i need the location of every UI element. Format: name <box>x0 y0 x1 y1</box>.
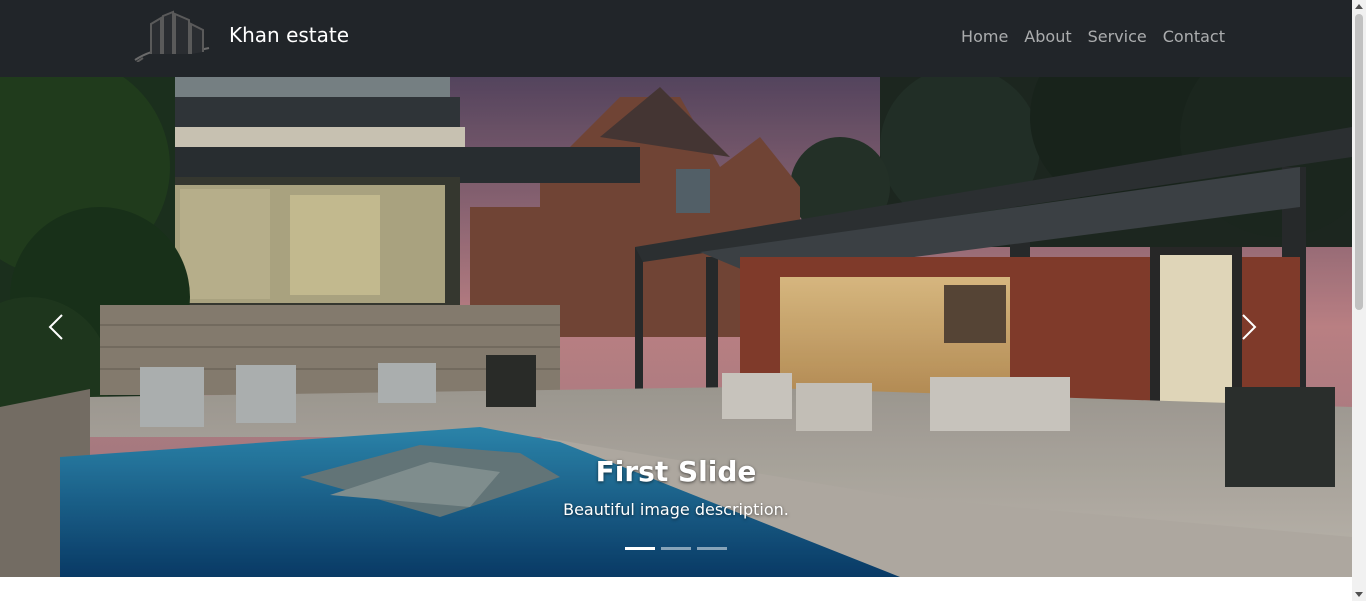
nav-link-service[interactable]: Service <box>1080 27 1155 46</box>
nav-link-contact[interactable]: Contact <box>1155 27 1225 46</box>
chevron-left-icon <box>48 314 63 340</box>
scroll-down-arrow-icon[interactable] <box>1352 587 1366 601</box>
page-scrollbar[interactable] <box>1352 0 1366 601</box>
carousel-indicators <box>0 547 1352 550</box>
carousel-indicator-1[interactable] <box>625 547 655 550</box>
nav-link-home[interactable]: Home <box>953 27 1016 46</box>
carousel-indicator-2[interactable] <box>661 547 691 550</box>
slide-title: First Slide <box>595 455 757 488</box>
scroll-up-arrow-icon[interactable] <box>1352 0 1366 14</box>
hero-carousel: First Slide Beautiful image description. <box>0 77 1352 577</box>
nav-link-about[interactable]: About <box>1016 27 1079 46</box>
carousel-indicator-3[interactable] <box>697 547 727 550</box>
navbar: Khan estate Home About Service Contact <box>0 0 1352 77</box>
chevron-right-icon <box>1242 314 1257 340</box>
slide-description: Beautiful image description. <box>563 500 789 519</box>
scrollbar-thumb[interactable] <box>1355 14 1363 310</box>
nav-links: Home About Service Contact <box>953 27 1225 46</box>
slide-caption: First Slide Beautiful image description. <box>0 455 1352 519</box>
building-logo-icon[interactable] <box>133 10 211 62</box>
brand-name[interactable]: Khan estate <box>229 23 349 47</box>
